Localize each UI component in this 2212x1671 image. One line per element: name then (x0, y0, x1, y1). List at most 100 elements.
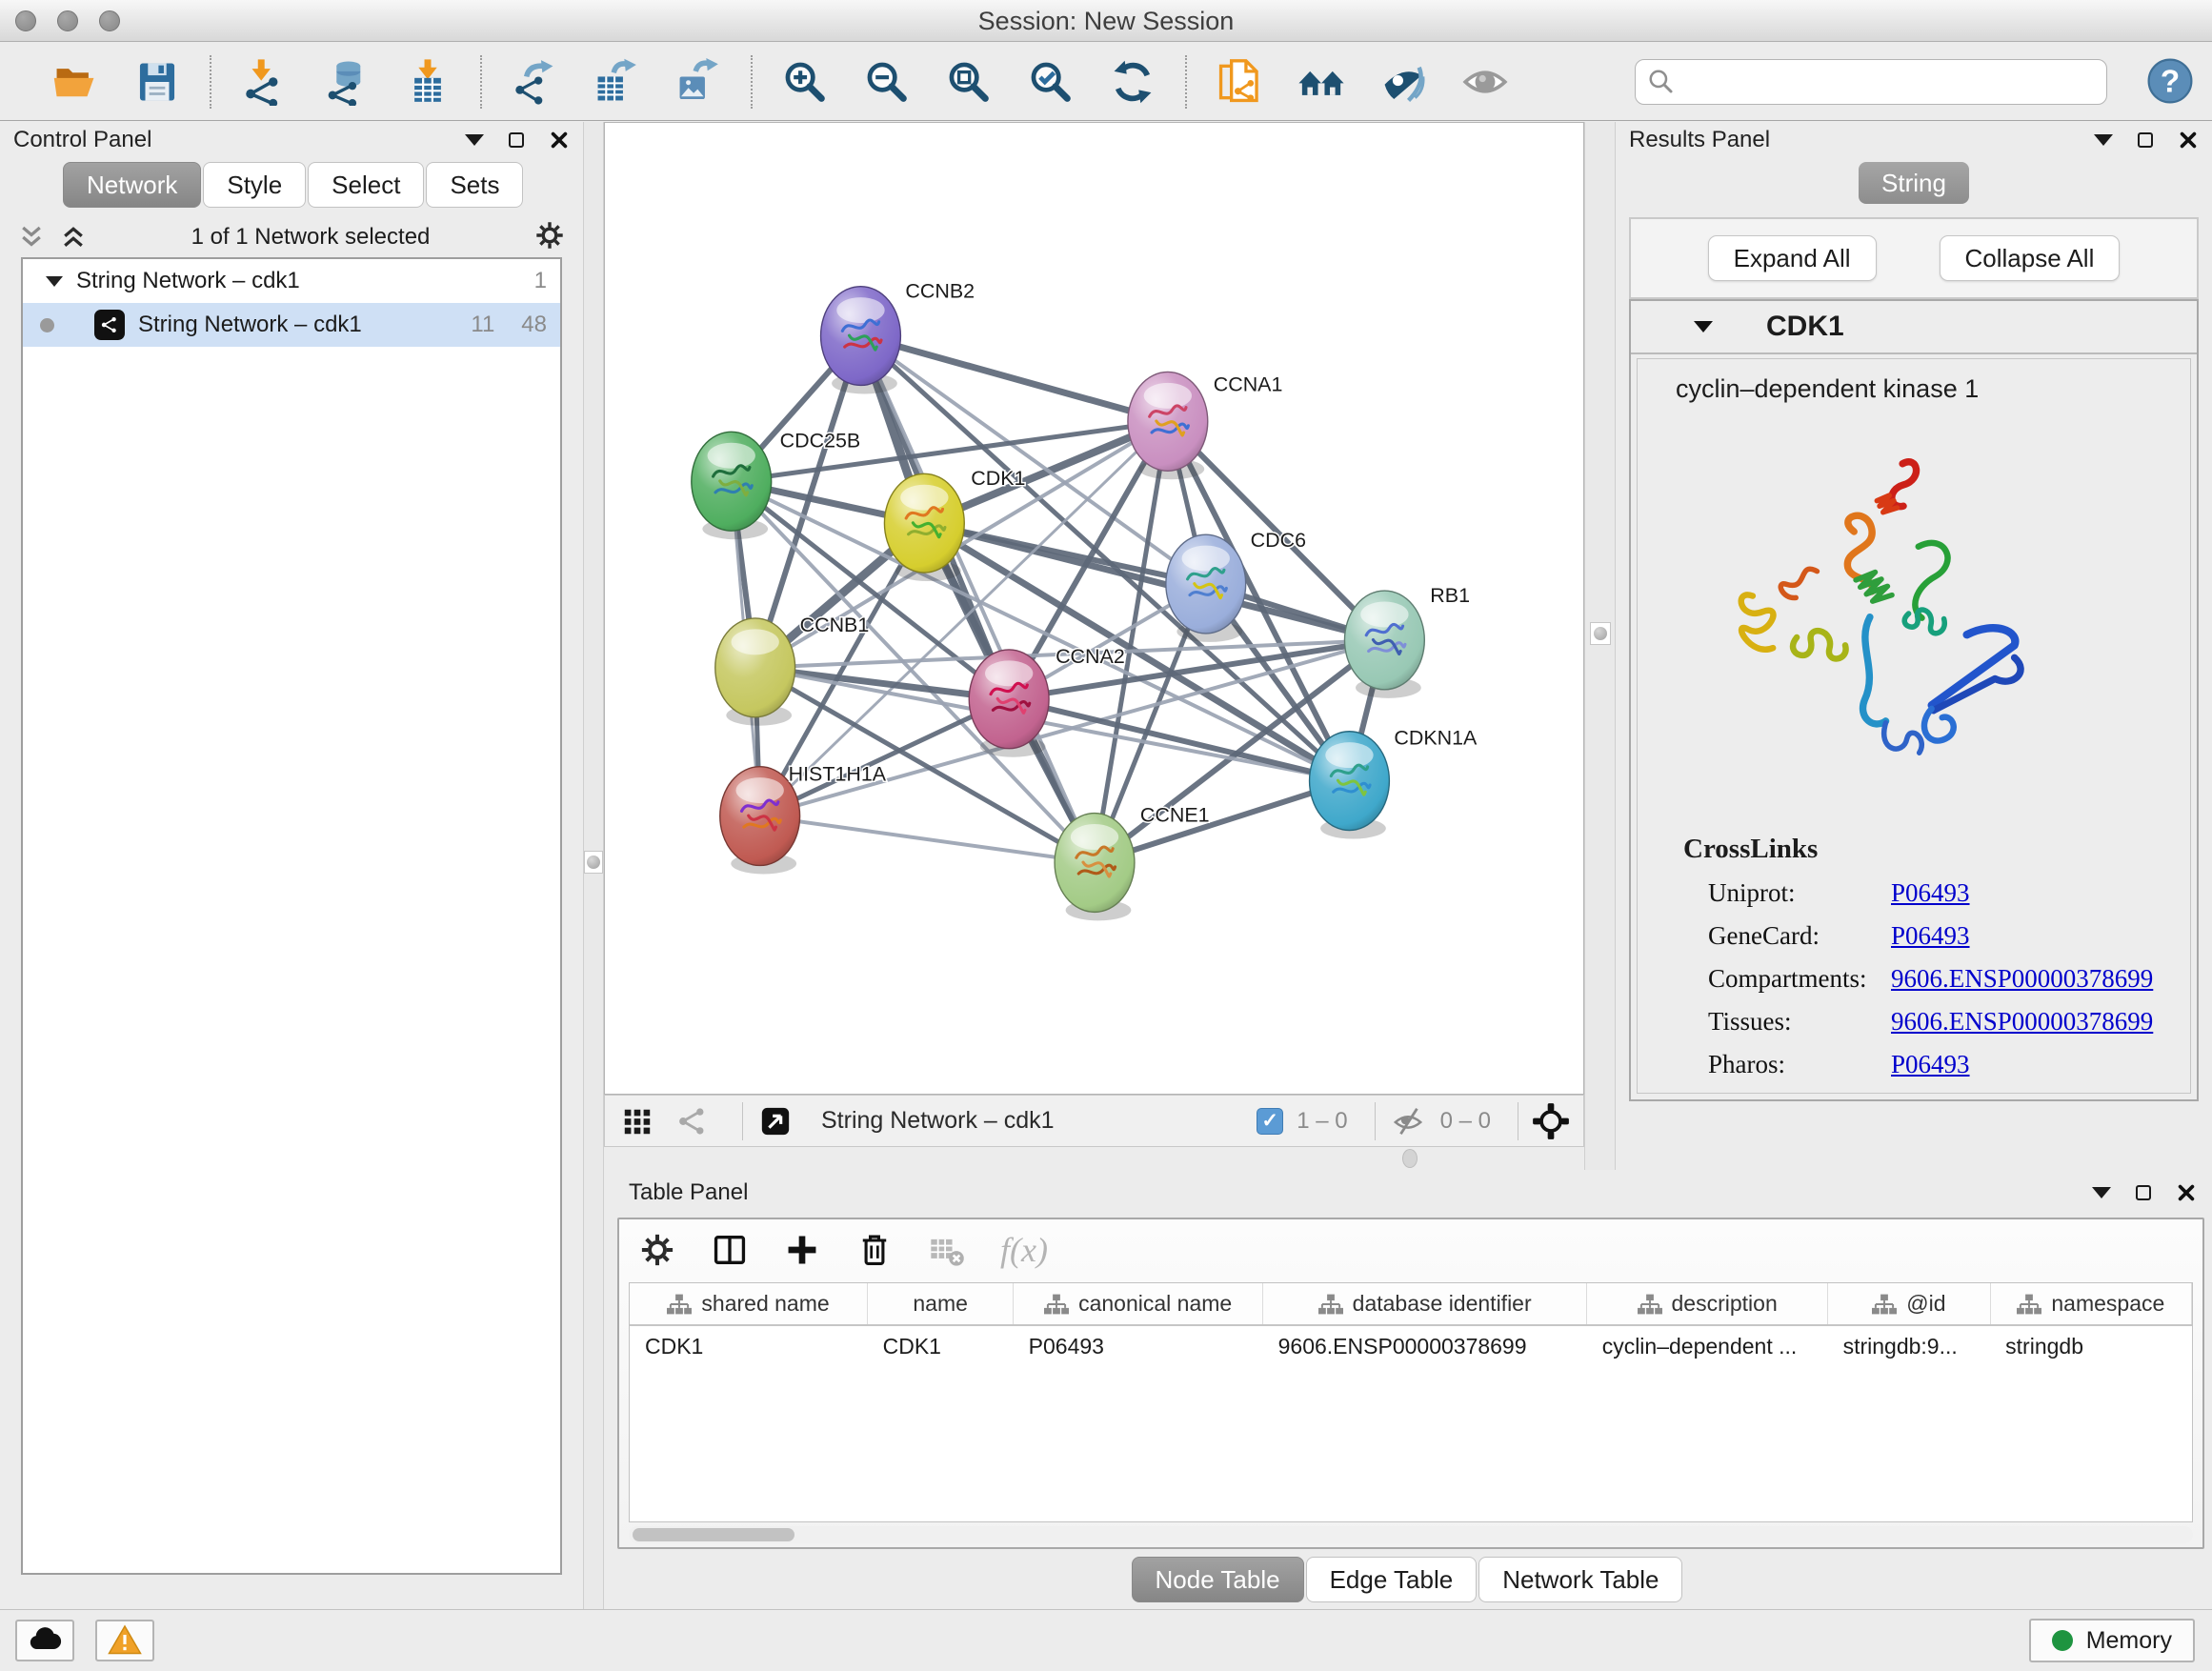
crosslink-link[interactable]: P06493 (1891, 878, 1970, 908)
crosslink-link[interactable]: P06493 (1891, 921, 1970, 951)
crosslink-link[interactable]: 9606.ENSP00000378699 (1891, 964, 2153, 994)
gene-collapse-icon[interactable] (1694, 321, 1713, 332)
results-panel-close-icon[interactable] (2178, 130, 2199, 151)
network-node-CCNB2[interactable] (821, 287, 901, 394)
node-label-CDC6: CDC6 (1251, 529, 1306, 552)
gene-card-header[interactable]: CDK1 (1631, 301, 2197, 354)
table-cell[interactable]: 9606.ENSP00000378699 (1263, 1325, 1587, 1367)
node-table[interactable]: shared namenamecanonical namedatabase id… (629, 1282, 2193, 1522)
network-node-CDK1[interactable] (884, 473, 964, 581)
network-node-CDKN1A[interactable] (1310, 732, 1390, 839)
column-header-database-identifier[interactable]: database identifier (1263, 1283, 1587, 1325)
horizontal-splitter[interactable] (604, 1147, 1584, 1170)
left-splitter[interactable] (583, 122, 604, 1609)
save-session-button[interactable] (130, 54, 185, 110)
tab-node-table[interactable]: Node Table (1132, 1557, 1304, 1602)
toolbar-divider (1185, 55, 1187, 109)
zoom-fit-button[interactable] (941, 54, 996, 110)
table-row[interactable]: CDK1CDK1P064939606.ENSP00000378699cyclin… (630, 1325, 2192, 1367)
birdseye-view-button[interactable] (756, 1102, 794, 1140)
zoom-in-button[interactable] (777, 54, 833, 110)
zoom-selected-button[interactable] (1023, 54, 1078, 110)
column-header-canonical-name[interactable]: canonical name (1014, 1283, 1263, 1325)
tab-edge-table[interactable]: Edge Table (1306, 1557, 1478, 1602)
tab-network[interactable]: Network (63, 162, 201, 208)
network-options-button[interactable] (533, 219, 566, 256)
right-splitter-grip[interactable] (1590, 622, 1611, 645)
search-input[interactable] (1676, 63, 2106, 101)
network-node-CCNA1[interactable] (1128, 372, 1208, 479)
column-header-shared-name[interactable]: shared name (630, 1283, 868, 1325)
tab-network-table[interactable]: Network Table (1478, 1557, 1682, 1602)
collapse-all-icon[interactable] (17, 223, 46, 252)
grid-view-button[interactable] (618, 1102, 656, 1140)
fit-selected-button[interactable] (1532, 1102, 1570, 1140)
table-panel-float-icon[interactable] (2136, 1185, 2151, 1200)
table-hscrollbar-thumb[interactable] (633, 1528, 794, 1541)
table-hscrollbar[interactable] (629, 1526, 2193, 1543)
column-header-@id[interactable]: @id (1828, 1283, 1991, 1325)
show-columns-button[interactable] (705, 1225, 754, 1275)
export-image-button[interactable] (671, 54, 726, 110)
hide-unselected-button[interactable] (1376, 54, 1431, 110)
table-cell[interactable]: cyclin–dependent ... (1587, 1325, 1828, 1367)
table-cell[interactable]: stringdb (1990, 1325, 2191, 1367)
network-canvas[interactable]: CCNB2CCNA1CDC25BCDK1CDC6RB1CCNB1CCNA2CDK… (604, 122, 1584, 1095)
crosslink-link[interactable]: P06493 (1891, 1050, 1970, 1079)
network-node-CCNE1[interactable] (1055, 814, 1135, 921)
home-button[interactable] (1294, 54, 1349, 110)
horizontal-splitter-grip[interactable] (1402, 1149, 1418, 1168)
expand-all-icon[interactable] (59, 223, 88, 252)
table-panel-menu-icon[interactable] (2092, 1187, 2111, 1198)
selected-checkbox[interactable]: ✓ (1257, 1108, 1283, 1135)
zoom-in-icon (781, 58, 829, 106)
collapse-triangle-icon[interactable] (46, 276, 63, 287)
table-panel-close-icon[interactable] (2176, 1182, 2197, 1203)
network-node-CDC25B[interactable] (692, 432, 772, 539)
open-session-button[interactable] (48, 54, 103, 110)
export-table-button[interactable] (589, 54, 644, 110)
network-graph[interactable]: CCNB2CCNA1CDC25BCDK1CDC6RB1CCNB1CCNA2CDK… (605, 123, 1583, 1094)
results-panel-menu-icon[interactable] (2094, 134, 2113, 146)
column-header-namespace[interactable]: namespace (1990, 1283, 2191, 1325)
table-cell[interactable]: stringdb:9... (1828, 1325, 1991, 1367)
add-column-button[interactable] (777, 1225, 827, 1275)
import-network-from-file-button[interactable] (236, 54, 292, 110)
import-network-from-database-button[interactable] (318, 54, 373, 110)
control-panel-float-icon[interactable] (509, 132, 524, 148)
network-node-RB1[interactable] (1344, 591, 1424, 698)
stringify-document-button[interactable] (1212, 54, 1267, 110)
control-panel-close-icon[interactable] (549, 130, 570, 151)
tab-sets[interactable]: Sets (426, 162, 523, 208)
column-header-description[interactable]: description (1587, 1283, 1828, 1325)
import-table-from-file-button[interactable] (400, 54, 455, 110)
cloud-button[interactable] (15, 1620, 74, 1661)
export-network-button[interactable] (507, 54, 562, 110)
expand-all-button[interactable]: Expand All (1708, 235, 1877, 281)
apply-layout-button[interactable] (1105, 54, 1160, 110)
table-cell[interactable]: CDK1 (868, 1325, 1014, 1367)
table-cell[interactable]: P06493 (1014, 1325, 1263, 1367)
function-builder-button: f(x) (1000, 1230, 1048, 1270)
left-splitter-grip[interactable] (584, 851, 603, 874)
table-settings-button[interactable] (633, 1225, 682, 1275)
tab-string[interactable]: String (1859, 162, 1969, 204)
crosslink-link[interactable]: 9606.ENSP00000378699 (1891, 1007, 2153, 1037)
show-all-button[interactable] (1458, 54, 1513, 110)
control-panel-menu-icon[interactable] (465, 134, 484, 146)
column-header-name[interactable]: name (868, 1283, 1014, 1325)
memory-button[interactable]: Memory (2029, 1619, 2195, 1662)
tab-select[interactable]: Select (308, 162, 424, 208)
table-cell[interactable]: CDK1 (630, 1325, 868, 1367)
tab-style[interactable]: Style (203, 162, 306, 208)
collapse-all-button[interactable]: Collapse All (1940, 235, 2121, 281)
zoom-out-button[interactable] (859, 54, 915, 110)
network-row[interactable]: String Network – cdk1 11 48 (23, 303, 560, 347)
help-button[interactable] (2145, 56, 2195, 106)
delete-column-button[interactable] (850, 1225, 899, 1275)
collection-row[interactable]: String Network – cdk1 1 (23, 259, 560, 303)
network-view-title: String Network – cdk1 (821, 1107, 1055, 1135)
warnings-button[interactable] (95, 1620, 154, 1661)
results-panel-float-icon[interactable] (2138, 132, 2153, 148)
network-node-CCNB1[interactable] (715, 618, 795, 726)
